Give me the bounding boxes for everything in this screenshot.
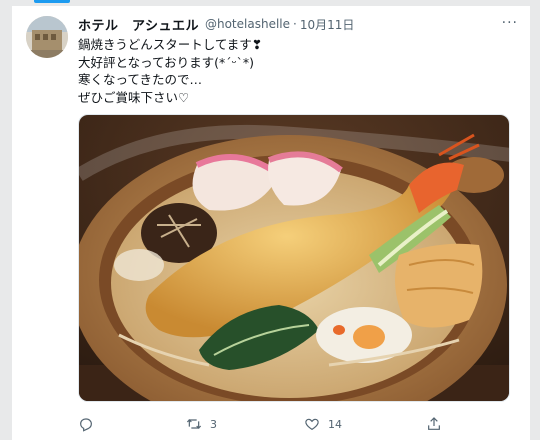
retweet-button[interactable]: 3 — [186, 414, 217, 434]
tweet-card[interactable]: ホテル アシュエル @hotelashelle · 10月11日 ··· 鍋焼き… — [12, 6, 530, 440]
display-name[interactable]: ホテル アシュエル — [78, 15, 199, 34]
tweet-date[interactable]: 10月11日 — [300, 16, 355, 33]
tweet-line: 大好評となっております(*´ᵕ`*) — [78, 54, 255, 70]
tweet-actions: 3 14 — [78, 414, 510, 434]
more-icon[interactable]: ··· — [502, 15, 518, 31]
tweet-line: 寒くなってきたので… — [78, 72, 203, 87]
reply-icon — [80, 418, 92, 432]
retweet-count: 3 — [210, 417, 217, 431]
tweet-photo[interactable] — [78, 114, 510, 402]
like-button[interactable]: 14 — [304, 414, 342, 434]
tweet-line: 鍋焼きうどんスタートしてます❣ — [78, 37, 263, 52]
active-tab-indicator — [34, 0, 70, 3]
avatar-image — [26, 16, 68, 58]
share-icon — [428, 417, 440, 430]
avatar[interactable] — [26, 16, 68, 58]
tweet-line: ぜひご賞味下さい♡ — [78, 89, 190, 105]
retweet-icon — [186, 419, 202, 429]
separator-dot: · — [293, 17, 297, 31]
nabeyaki-udon-photo — [79, 115, 509, 401]
heart-icon — [305, 418, 319, 431]
like-count: 14 — [328, 417, 342, 431]
user-handle[interactable]: @hotelashelle — [205, 17, 290, 31]
share-button[interactable] — [426, 414, 442, 434]
tweet-text: 鍋焼きうどんスタートしてます❣ 大好評となっております(*´ᵕ`*) 寒くなって… — [78, 36, 498, 106]
reply-button[interactable] — [78, 414, 102, 434]
tweet-header: ホテル アシュエル @hotelashelle · 10月11日 ··· — [78, 15, 518, 34]
